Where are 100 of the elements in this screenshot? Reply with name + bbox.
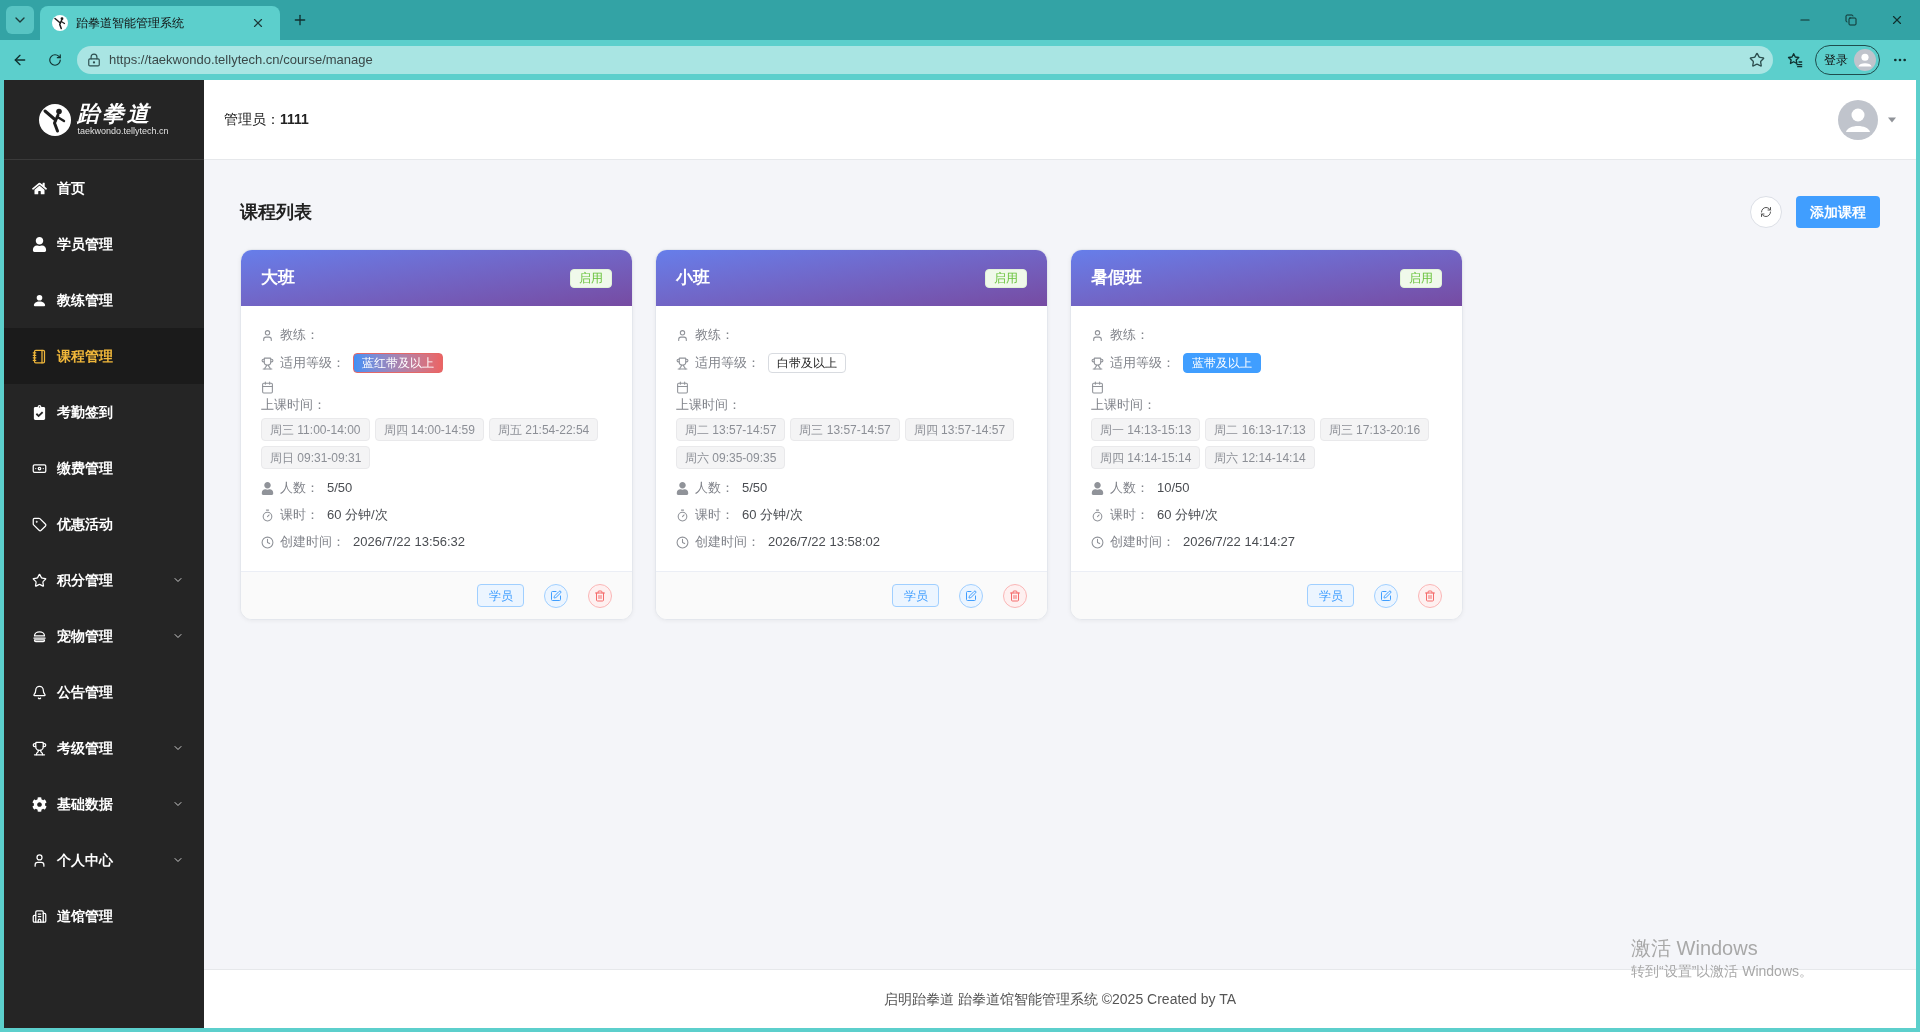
avatar-icon[interactable] [1838,99,1878,140]
level-label: 适用等级： [280,354,345,373]
sidebar-item[interactable]: 考勤签到 [4,384,204,440]
level-tag: 蓝带及以上 [1183,353,1261,373]
schedule-tag: 周六 12:14-14:14 [1205,446,1315,469]
count-value: 5/50 [742,479,768,498]
status-tag: 启用 [570,268,612,288]
refresh-button[interactable] [1750,196,1782,228]
tab-title: 跆拳道智能管理系统 [76,15,184,32]
caret-icon[interactable] [1888,116,1896,123]
sidebar-item[interactable]: 课程管理 [4,328,204,384]
sidebar-item[interactable]: 首页 [4,160,204,216]
delete-button[interactable] [1418,583,1442,608]
schedule-label: 上课时间： [1091,397,1156,413]
user-icon [32,852,47,868]
avatar-icon [1854,49,1876,71]
created-label: 创建时间： [1110,533,1175,552]
back-icon [12,52,28,68]
tab-list-button[interactable] [6,6,34,34]
duration-value: 60 分钟/次 [327,506,388,525]
status-tag: 启用 [1400,268,1442,288]
calendar-icon [1091,381,1104,394]
logo-title: 跆拳道 [77,102,153,126]
duration-label: 课时： [1110,506,1149,525]
created-label: 创建时间： [280,533,345,552]
trash-icon [594,589,606,602]
course-name: 大班 [261,267,295,290]
level-label: 适用等级： [695,354,760,373]
page-title: 课程列表 [240,200,312,224]
notebook-icon [32,348,47,364]
schedule-tag: 周三 11:00-14:00 [261,418,370,441]
close-icon [251,16,265,30]
calendar-icon [676,381,689,394]
burger-icon [32,628,47,644]
favorites-icon [1787,52,1803,68]
user-icon [32,236,47,252]
edit-button[interactable] [544,583,568,608]
sidebar-item[interactable]: 优惠活动 [4,496,204,552]
reload-icon [48,53,62,67]
home-icon [32,180,47,196]
timer-icon [676,508,689,522]
sidebar-item[interactable]: 基础数据 [4,776,204,832]
sidebar-item[interactable]: 考级管理 [4,720,204,776]
person-icon [261,481,274,495]
coach-label: 教练： [280,326,319,345]
edit-icon [1380,589,1392,602]
created-value: 2026/7/22 13:58:02 [768,533,881,552]
sidebar-item[interactable]: 缴费管理 [4,440,204,496]
trophy-icon [261,356,274,370]
activation-watermark-title: 激活 Windows [1631,936,1759,961]
star-icon[interactable] [1749,52,1765,68]
person-icon [676,481,689,495]
schedule-tag: 周二 16:13-17:13 [1205,418,1315,441]
created-label: 创建时间： [695,533,760,552]
duration-value: 60 分钟/次 [1157,506,1218,525]
user-icon [676,328,689,342]
settings-icon [32,796,47,812]
schedule-tag: 周日 09:31-09:31 [261,446,371,469]
activation-watermark-text: 转到“设置”以激活 Windows。 [1631,962,1813,981]
schedule-tag: 周一 14:13-15:13 [1091,418,1201,441]
duration-value: 60 分钟/次 [742,506,803,525]
level-label: 适用等级： [1110,354,1175,373]
calendar-icon [261,381,274,394]
edit-icon [550,589,562,602]
timer-icon [261,508,274,522]
sidebar-item[interactable]: 公告管理 [4,664,204,720]
person-icon [32,292,47,308]
schedule-tag: 周三 13:57-14:57 [790,418,900,441]
duration-label: 课时： [280,506,319,525]
schedule-tag: 周四 14:14-15:14 [1091,446,1201,469]
address-field[interactable]: https://taekwondo.tellytech.cn/course/manage [77,46,1773,74]
sidebar-item[interactable]: 宠物管理 [4,608,204,664]
sidebar-item[interactable]: 学员管理 [4,216,204,272]
admin-name-text: 管理员：1111 [224,110,309,129]
bell-icon [32,684,47,700]
user-icon [1091,328,1104,342]
sidebar-item[interactable]: 教练管理 [4,272,204,328]
lock-icon [87,53,101,67]
edit-button[interactable] [959,583,983,608]
schedule-label: 上课时间： [676,397,741,413]
edit-button[interactable] [1374,583,1398,608]
schedule-tag: 周六 09:35-09:35 [676,446,786,469]
schedule-label: 上课时间： [261,397,326,413]
delete-button[interactable] [588,583,612,608]
sidebar-item[interactable]: 道馆管理 [4,888,204,944]
schedule-tag: 周四 13:57-14:57 [904,418,1015,441]
trophy-icon [32,740,47,756]
sidebar-item[interactable]: 个人中心 [4,832,204,888]
clipboard-check-icon [32,404,47,420]
level-tag: 蓝红带及以上 [353,353,443,373]
clock-icon [261,535,274,549]
sidebar-item[interactable]: 积分管理 [4,552,204,608]
coach-label: 教练： [1110,326,1149,345]
trash-icon [1424,589,1436,602]
browser-tab[interactable]: 跆拳道智能管理系统 [40,6,280,40]
user-icon [261,328,274,342]
count-value: 5/50 [327,479,353,498]
delete-button[interactable] [1003,583,1027,608]
level-tag: 白带及以上 [768,353,846,373]
count-label: 人数： [280,479,319,498]
